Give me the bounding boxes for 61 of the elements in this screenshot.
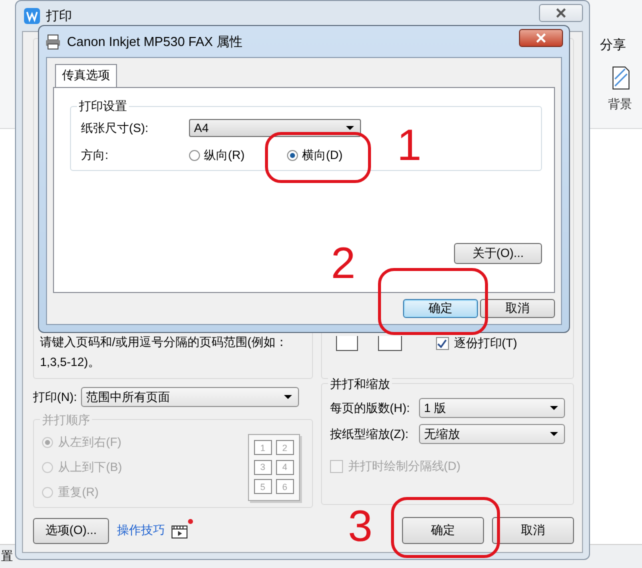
page-thumbnail: 2 (276, 440, 294, 455)
checkbox-label: 并打时绘制分隔线(D) (348, 458, 460, 475)
page-thumbnail: 6 (276, 479, 294, 494)
radio-label: 重复(R) (58, 484, 99, 501)
dropdown[interactable]: 1 版 (419, 398, 565, 418)
field-label: 按纸型缩放(Z): (330, 426, 408, 442)
ribbon-label[interactable]: 背景 (608, 96, 632, 113)
radio-button[interactable] (287, 150, 298, 161)
radio-button[interactable] (189, 150, 200, 161)
close-button[interactable] (539, 4, 583, 22)
notification-dot (188, 518, 193, 524)
field-label: 纸张尺寸(S): (81, 120, 150, 136)
app-logo-icon (24, 8, 40, 24)
about-button[interactable]: 关于(O)... (454, 243, 542, 264)
caret-icon (346, 126, 354, 130)
page-thumbnail: 4 (276, 460, 294, 475)
radio-label: 横向(D) (302, 147, 343, 164)
radio-label: 从左到右(F) (58, 434, 122, 451)
radio-label: 从上到下(B) (58, 459, 122, 476)
window-title: 打印 (46, 7, 72, 25)
close-button[interactable] (519, 29, 563, 47)
dropdown[interactable]: A4 (189, 119, 361, 137)
caret-icon (284, 395, 292, 399)
video-icon (171, 522, 188, 538)
status-text: 置 (1, 548, 13, 565)
checkbox[interactable] (436, 337, 449, 350)
caret-icon (550, 432, 558, 436)
field-label: 打印(N): (33, 388, 77, 406)
hint-text: 请键入页码和/或用逗号分隔的页码范围(例如：1,3,5-12)。 (40, 334, 288, 371)
dropdown[interactable]: 范围中所有页面 (81, 387, 299, 407)
tab[interactable]: 传真选项 (55, 64, 117, 88)
page-thumbnail: 1 (254, 440, 272, 455)
dialog-button[interactable]: 确定 (403, 299, 478, 318)
field-label: 方向: (81, 147, 110, 164)
page-icon (612, 66, 630, 90)
step-number: 2 (331, 242, 356, 286)
caret-icon (550, 406, 558, 410)
printer-icon (45, 34, 61, 50)
step-number: 1 (397, 124, 422, 168)
close-icon (536, 33, 546, 43)
page-thumbnail: 3 (254, 460, 272, 475)
page-icon (378, 336, 402, 351)
tips-link[interactable]: 操作技巧 (117, 522, 165, 539)
close-icon (556, 8, 566, 18)
field-label: 每页的版数(H): (330, 400, 410, 416)
group-title: 并打和缩放 (328, 376, 392, 393)
dialog-button[interactable]: 取消 (492, 517, 574, 544)
dropdown[interactable]: 无缩放 (419, 424, 565, 444)
radio-label: 纵向(R) (204, 147, 245, 164)
group-title: 打印设置 (77, 98, 129, 115)
step-number: 3 (348, 505, 372, 549)
check-icon (437, 339, 448, 348)
page-icon (336, 336, 358, 351)
dialog-button[interactable]: 确定 (402, 517, 484, 544)
checkbox-label: 逐份打印(T) (454, 335, 518, 352)
dialog-button[interactable]: 取消 (480, 299, 555, 318)
window-title: Canon Inkjet MP530 FAX 属性 (67, 32, 243, 50)
group-title: 并打顺序 (40, 412, 92, 429)
ribbon-label[interactable]: 分享 (600, 36, 626, 54)
page-thumbnail: 5 (254, 479, 272, 494)
options-button[interactable]: 选项(O)... (33, 518, 109, 544)
